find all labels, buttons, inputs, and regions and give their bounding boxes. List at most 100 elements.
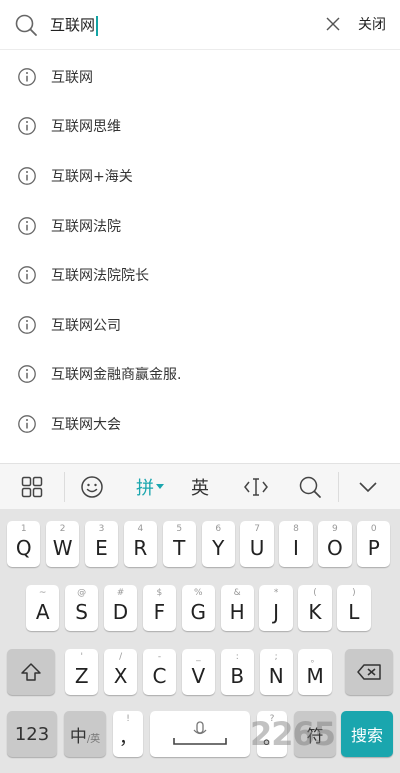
close-button[interactable]: 关闭 [358, 15, 386, 35]
info-icon [18, 266, 36, 285]
shift-icon [21, 663, 41, 681]
key-h[interactable]: & H [220, 585, 254, 631]
key-main-label: H [229, 600, 245, 624]
key-main-label: V [191, 664, 206, 688]
comma-sub-label: ! [126, 714, 130, 724]
emoji-icon[interactable] [74, 464, 110, 510]
search-key-label: 搜索 [350, 726, 383, 745]
key-main-label: C [152, 664, 167, 688]
comma-key[interactable]: ! ， [113, 711, 143, 757]
key-main-label: K [308, 600, 322, 624]
toolbar-divider [338, 472, 339, 502]
key-e[interactable]: 3E [84, 521, 119, 567]
suggestion-label: 互联网大会 [51, 416, 121, 433]
key-m[interactable]: 。 M [298, 649, 332, 695]
key-sub-label: / [119, 652, 123, 662]
key-r[interactable]: 4R [123, 521, 158, 567]
language-switch-key[interactable]: 中/英 [64, 711, 106, 757]
dropdown-arrow-icon [156, 484, 164, 489]
info-icon [18, 167, 36, 185]
key-u[interactable]: 7U [240, 521, 274, 567]
clear-icon[interactable] [323, 14, 343, 34]
key-main-label: W [52, 536, 73, 560]
site-watermark: 2265 [250, 715, 336, 753]
key-main-label: A [35, 600, 50, 624]
space-key[interactable] [150, 711, 250, 757]
key-x[interactable]: / X [103, 649, 138, 695]
key-c[interactable]: -C [142, 649, 177, 695]
info-icon [18, 415, 36, 433]
key-l[interactable]: ) L [337, 585, 371, 631]
key-w[interactable]: 2W [45, 521, 80, 567]
key-f[interactable]: $ F [142, 585, 177, 631]
suggestion-label: 互联网思维 [51, 119, 121, 136]
key-main-label: S [75, 600, 88, 624]
key-sub-label: 5 [176, 524, 183, 534]
key-sub-label: 6 [215, 524, 222, 534]
key-main-label: Z [74, 664, 89, 688]
key-d[interactable]: # D [103, 585, 138, 631]
key-p[interactable]: 0P [357, 521, 391, 567]
key-b[interactable]: :B [220, 649, 254, 695]
key-sub-label: 1 [20, 524, 27, 534]
key-n[interactable]: ; N [259, 649, 293, 695]
language-sub-label: /英 [86, 733, 101, 745]
shift-key[interactable] [7, 649, 55, 695]
key-j[interactable]: * J [259, 585, 293, 631]
key-k[interactable]: (K [298, 585, 332, 631]
numeric-key-label: 123 [14, 723, 50, 745]
suggestion-item[interactable]: 互联网金融商赢金服. [0, 350, 400, 400]
keyboard-search-icon[interactable] [292, 464, 328, 510]
numeric-key[interactable]: 123 [7, 711, 57, 757]
info-icon [18, 117, 36, 136]
suggestion-item[interactable]: 互联网大会 [0, 399, 400, 449]
key-i[interactable]: 8I [279, 521, 313, 567]
key-o[interactable]: 9O [318, 521, 352, 567]
key-main-label: I [293, 536, 299, 560]
suggestion-item[interactable]: 互联网 [0, 52, 400, 102]
key-t[interactable]: 5T [162, 521, 196, 567]
suggestion-item[interactable]: 互联网法院 [0, 201, 400, 251]
cursor-move-icon[interactable] [238, 464, 274, 510]
key-sub-label: ( [313, 588, 317, 598]
search-key[interactable]: 搜索 [341, 711, 393, 757]
toolbar-divider [64, 472, 65, 502]
search-input[interactable]: 互联网 [50, 12, 99, 38]
english-label: 英 [191, 478, 209, 499]
key-sub-label: 8 [293, 524, 299, 534]
suggestion-item[interactable]: 互联网+海关 [0, 151, 400, 201]
pinyin-mode-button[interactable]: 拼 [130, 464, 170, 510]
suggestion-item[interactable]: 互联网思维 [0, 102, 400, 152]
microphone-space-icon [173, 721, 227, 745]
key-main-label: M [306, 664, 324, 688]
key-main-label: P [367, 536, 380, 560]
key-sub-label: & [233, 588, 241, 598]
search-bar: 互联网 关闭 [0, 0, 400, 50]
suggestion-label: 互联网公司 [51, 317, 121, 334]
key-y[interactable]: 6Y [201, 521, 235, 567]
suggestion-item[interactable]: 互联网公司 [0, 300, 400, 350]
info-icon [18, 67, 36, 86]
key-g[interactable]: % G [181, 585, 215, 631]
grid-menu-icon[interactable] [14, 464, 50, 510]
key-main-label: G [190, 600, 207, 624]
english-mode-button[interactable]: 英 [182, 464, 218, 510]
key-a[interactable]: ~ A [26, 585, 60, 631]
key-sub-label: 0 [370, 524, 377, 534]
info-icon [18, 315, 36, 334]
key-sub-label: ' [80, 652, 83, 662]
key-main-label: D [112, 600, 129, 624]
key-q[interactable]: 1Q [7, 521, 41, 567]
key-v[interactable]: _ V [181, 649, 216, 695]
key-sub-label: $ [156, 588, 163, 598]
key-s[interactable]: @ S [64, 585, 99, 631]
suggestion-item[interactable]: 互联网法院院长 [0, 250, 400, 300]
key-z[interactable]: ' Z [65, 649, 99, 695]
info-icon [18, 216, 36, 235]
info-icon [18, 365, 36, 384]
hide-keyboard-icon[interactable] [350, 464, 386, 510]
key-main-label: N [268, 664, 284, 688]
backspace-key[interactable] [345, 649, 393, 695]
key-main-label: E [95, 536, 108, 560]
comma-label: ， [119, 728, 137, 749]
